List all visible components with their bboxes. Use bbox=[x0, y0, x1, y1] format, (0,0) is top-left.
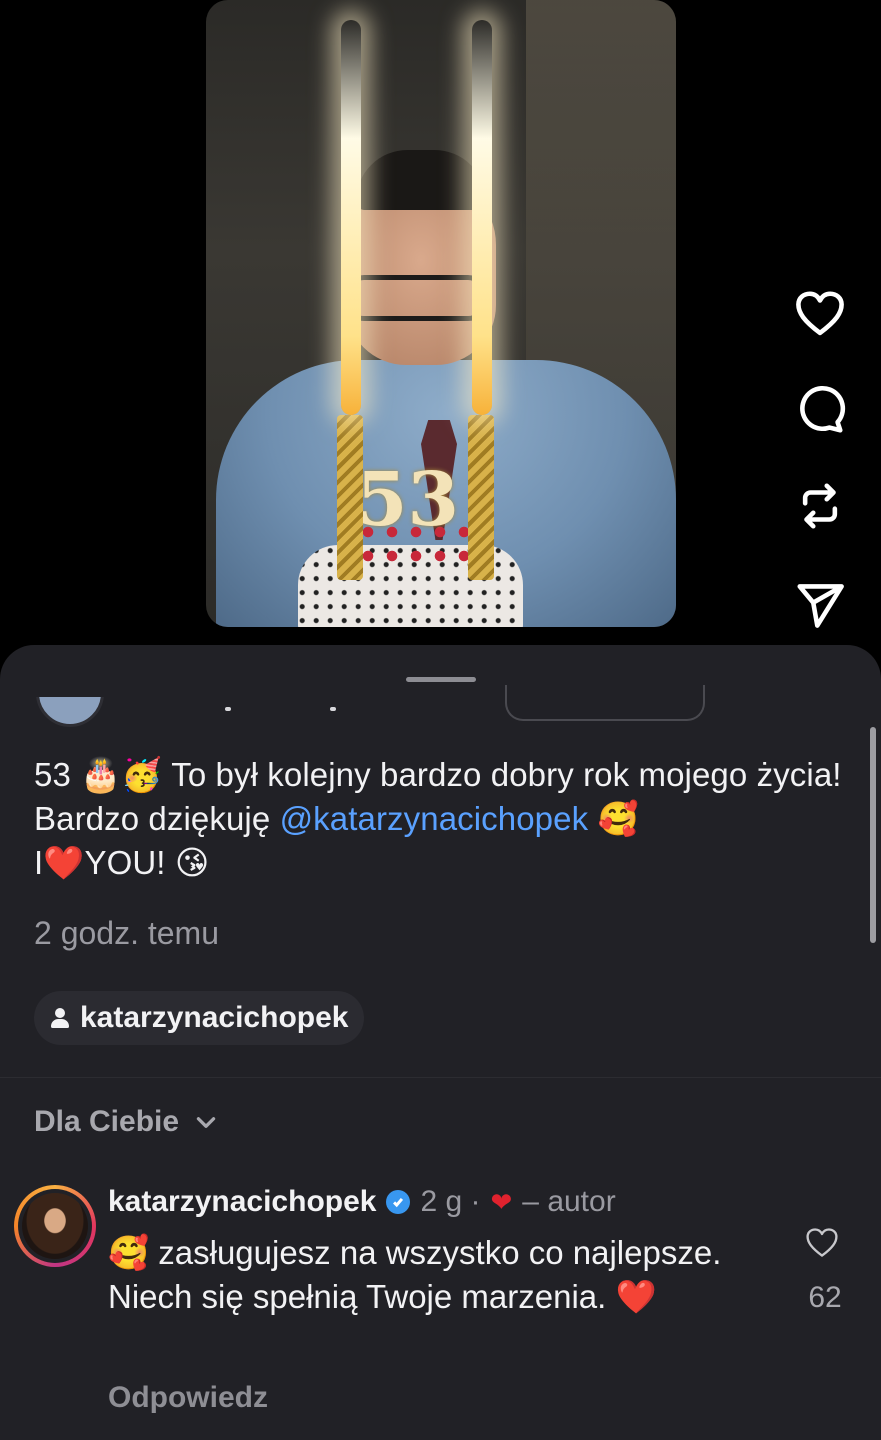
comments-sheet[interactable]: 53 🎂🥳 To był kolejny bardzo dobry rok mo… bbox=[0, 645, 881, 1440]
sort-label: Dla Ciebie bbox=[34, 1105, 180, 1138]
cut-off-text-fragment bbox=[330, 707, 336, 711]
heart-icon bbox=[806, 1228, 838, 1257]
share-button[interactable] bbox=[790, 578, 850, 630]
comment-icon bbox=[800, 385, 846, 433]
comment-like-count: 62 bbox=[808, 1281, 842, 1314]
scrollbar[interactable] bbox=[870, 727, 876, 943]
post-video[interactable]: 53 bbox=[206, 0, 676, 627]
author-label: – autor bbox=[522, 1185, 616, 1218]
send-icon bbox=[797, 584, 844, 628]
tagged-user-chip[interactable]: katarzynacichopek bbox=[34, 991, 365, 1045]
commenter-username[interactable]: katarzynacichopek bbox=[108, 1185, 376, 1219]
cake-number-text: 53 bbox=[356, 457, 459, 543]
follow-button[interactable] bbox=[505, 685, 705, 721]
person-icon bbox=[50, 1007, 70, 1029]
comment-age: 2 g · bbox=[420, 1185, 481, 1218]
like-button[interactable] bbox=[790, 288, 850, 340]
comment-like-button[interactable] bbox=[804, 1225, 844, 1265]
commenter-avatar[interactable] bbox=[14, 1185, 96, 1267]
cut-off-text-fragment bbox=[225, 707, 231, 711]
glasses bbox=[346, 275, 486, 321]
heart-emoji: ❤️ bbox=[615, 1278, 657, 1315]
sparkler-candle-right bbox=[468, 415, 494, 580]
sparkler-candle-left bbox=[337, 415, 363, 580]
sparkler-flame-right bbox=[472, 20, 492, 415]
tagged-user-name: katarzynacichopek bbox=[80, 1001, 349, 1034]
repost-button[interactable] bbox=[790, 480, 850, 532]
sparkler-flame-left bbox=[341, 20, 361, 415]
mention-link[interactable]: @katarzynacichopek bbox=[280, 800, 589, 837]
verified-badge-icon bbox=[386, 1190, 411, 1214]
comment-button[interactable] bbox=[790, 384, 850, 436]
cake-number-candles: 53 bbox=[356, 460, 459, 540]
heart-emoji: ❤️ bbox=[43, 844, 85, 881]
reply-button[interactable]: Odpowiedz bbox=[108, 1381, 268, 1415]
caption-i: I bbox=[34, 844, 44, 881]
repost-icon bbox=[802, 483, 838, 529]
comment-header: katarzynacichopek 2 g · ❤ – autor bbox=[108, 1185, 616, 1219]
post-timestamp: 2 godz. temu bbox=[34, 915, 219, 951]
chevron-down-icon bbox=[196, 1117, 216, 1128]
author-liked-heart-icon: ❤ bbox=[490, 1186, 513, 1217]
heart-icon bbox=[796, 291, 844, 336]
person-hair bbox=[356, 150, 486, 210]
caption-you: YOU! 😘 bbox=[84, 844, 210, 881]
sheet-grabber[interactable] bbox=[406, 677, 476, 682]
divider bbox=[0, 1077, 881, 1078]
comment-sort-dropdown[interactable]: Dla Ciebie bbox=[34, 1105, 219, 1139]
post-author-avatar[interactable] bbox=[36, 697, 104, 727]
comment-text: 🥰 zasługujesz na wszystko co najlepsze. … bbox=[108, 1231, 748, 1319]
post-caption: 53 🎂🥳 To był kolejny bardzo dobry rok mo… bbox=[34, 753, 854, 885]
caption-text-end: 🥰 bbox=[588, 800, 639, 837]
